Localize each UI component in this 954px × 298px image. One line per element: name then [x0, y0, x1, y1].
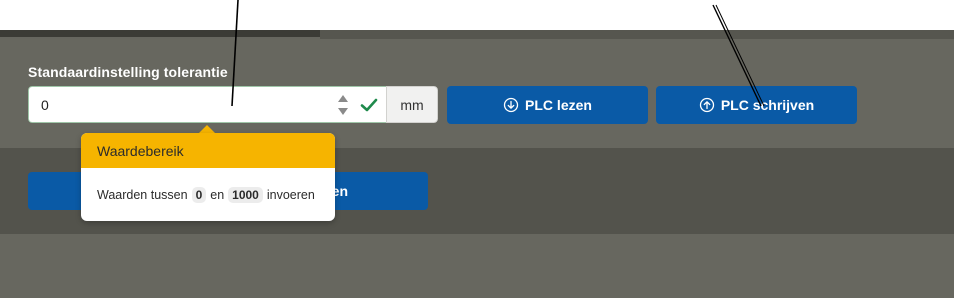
page-header-area	[0, 0, 954, 30]
range-max-value: 1000	[228, 186, 263, 203]
range-min-value: 0	[191, 186, 207, 203]
number-spinner-icon[interactable]	[337, 93, 349, 117]
popover-title: Waardebereik	[81, 133, 335, 168]
arrow-down-circle-icon	[503, 97, 519, 113]
plc-write-button[interactable]: PLC schrijven	[656, 86, 857, 124]
unit-addon: mm	[386, 86, 438, 123]
checkmark-icon	[360, 98, 378, 112]
popover-text-after: invoeren	[266, 187, 315, 202]
plc-read-label: PLC lezen	[525, 97, 592, 113]
popover-body: Waarden tussen 0 en 1000 invoeren	[81, 168, 335, 221]
popover-arrow	[199, 125, 215, 133]
bottom-panel	[0, 234, 954, 298]
spinner-down-arrow[interactable]	[338, 108, 348, 115]
popover-text-mid: en	[210, 187, 225, 202]
arrow-up-circle-icon	[699, 97, 714, 113]
header-divider	[320, 30, 954, 39]
tolerance-field[interactable]	[28, 86, 386, 123]
tolerance-input-group: mm	[28, 86, 438, 123]
header-divider-dark	[0, 30, 320, 37]
tolerance-input[interactable]	[29, 88, 323, 121]
popover-text-before: Waarden tussen	[97, 187, 188, 202]
plc-write-label: PLC schrijven	[720, 97, 815, 113]
plc-read-button[interactable]: PLC lezen	[447, 86, 648, 124]
tolerance-label: Standaardinstelling tolerantie	[28, 64, 228, 80]
range-popover: Waardebereik Waarden tussen 0 en 1000 in…	[81, 133, 335, 221]
spinner-up-arrow[interactable]	[338, 95, 348, 102]
